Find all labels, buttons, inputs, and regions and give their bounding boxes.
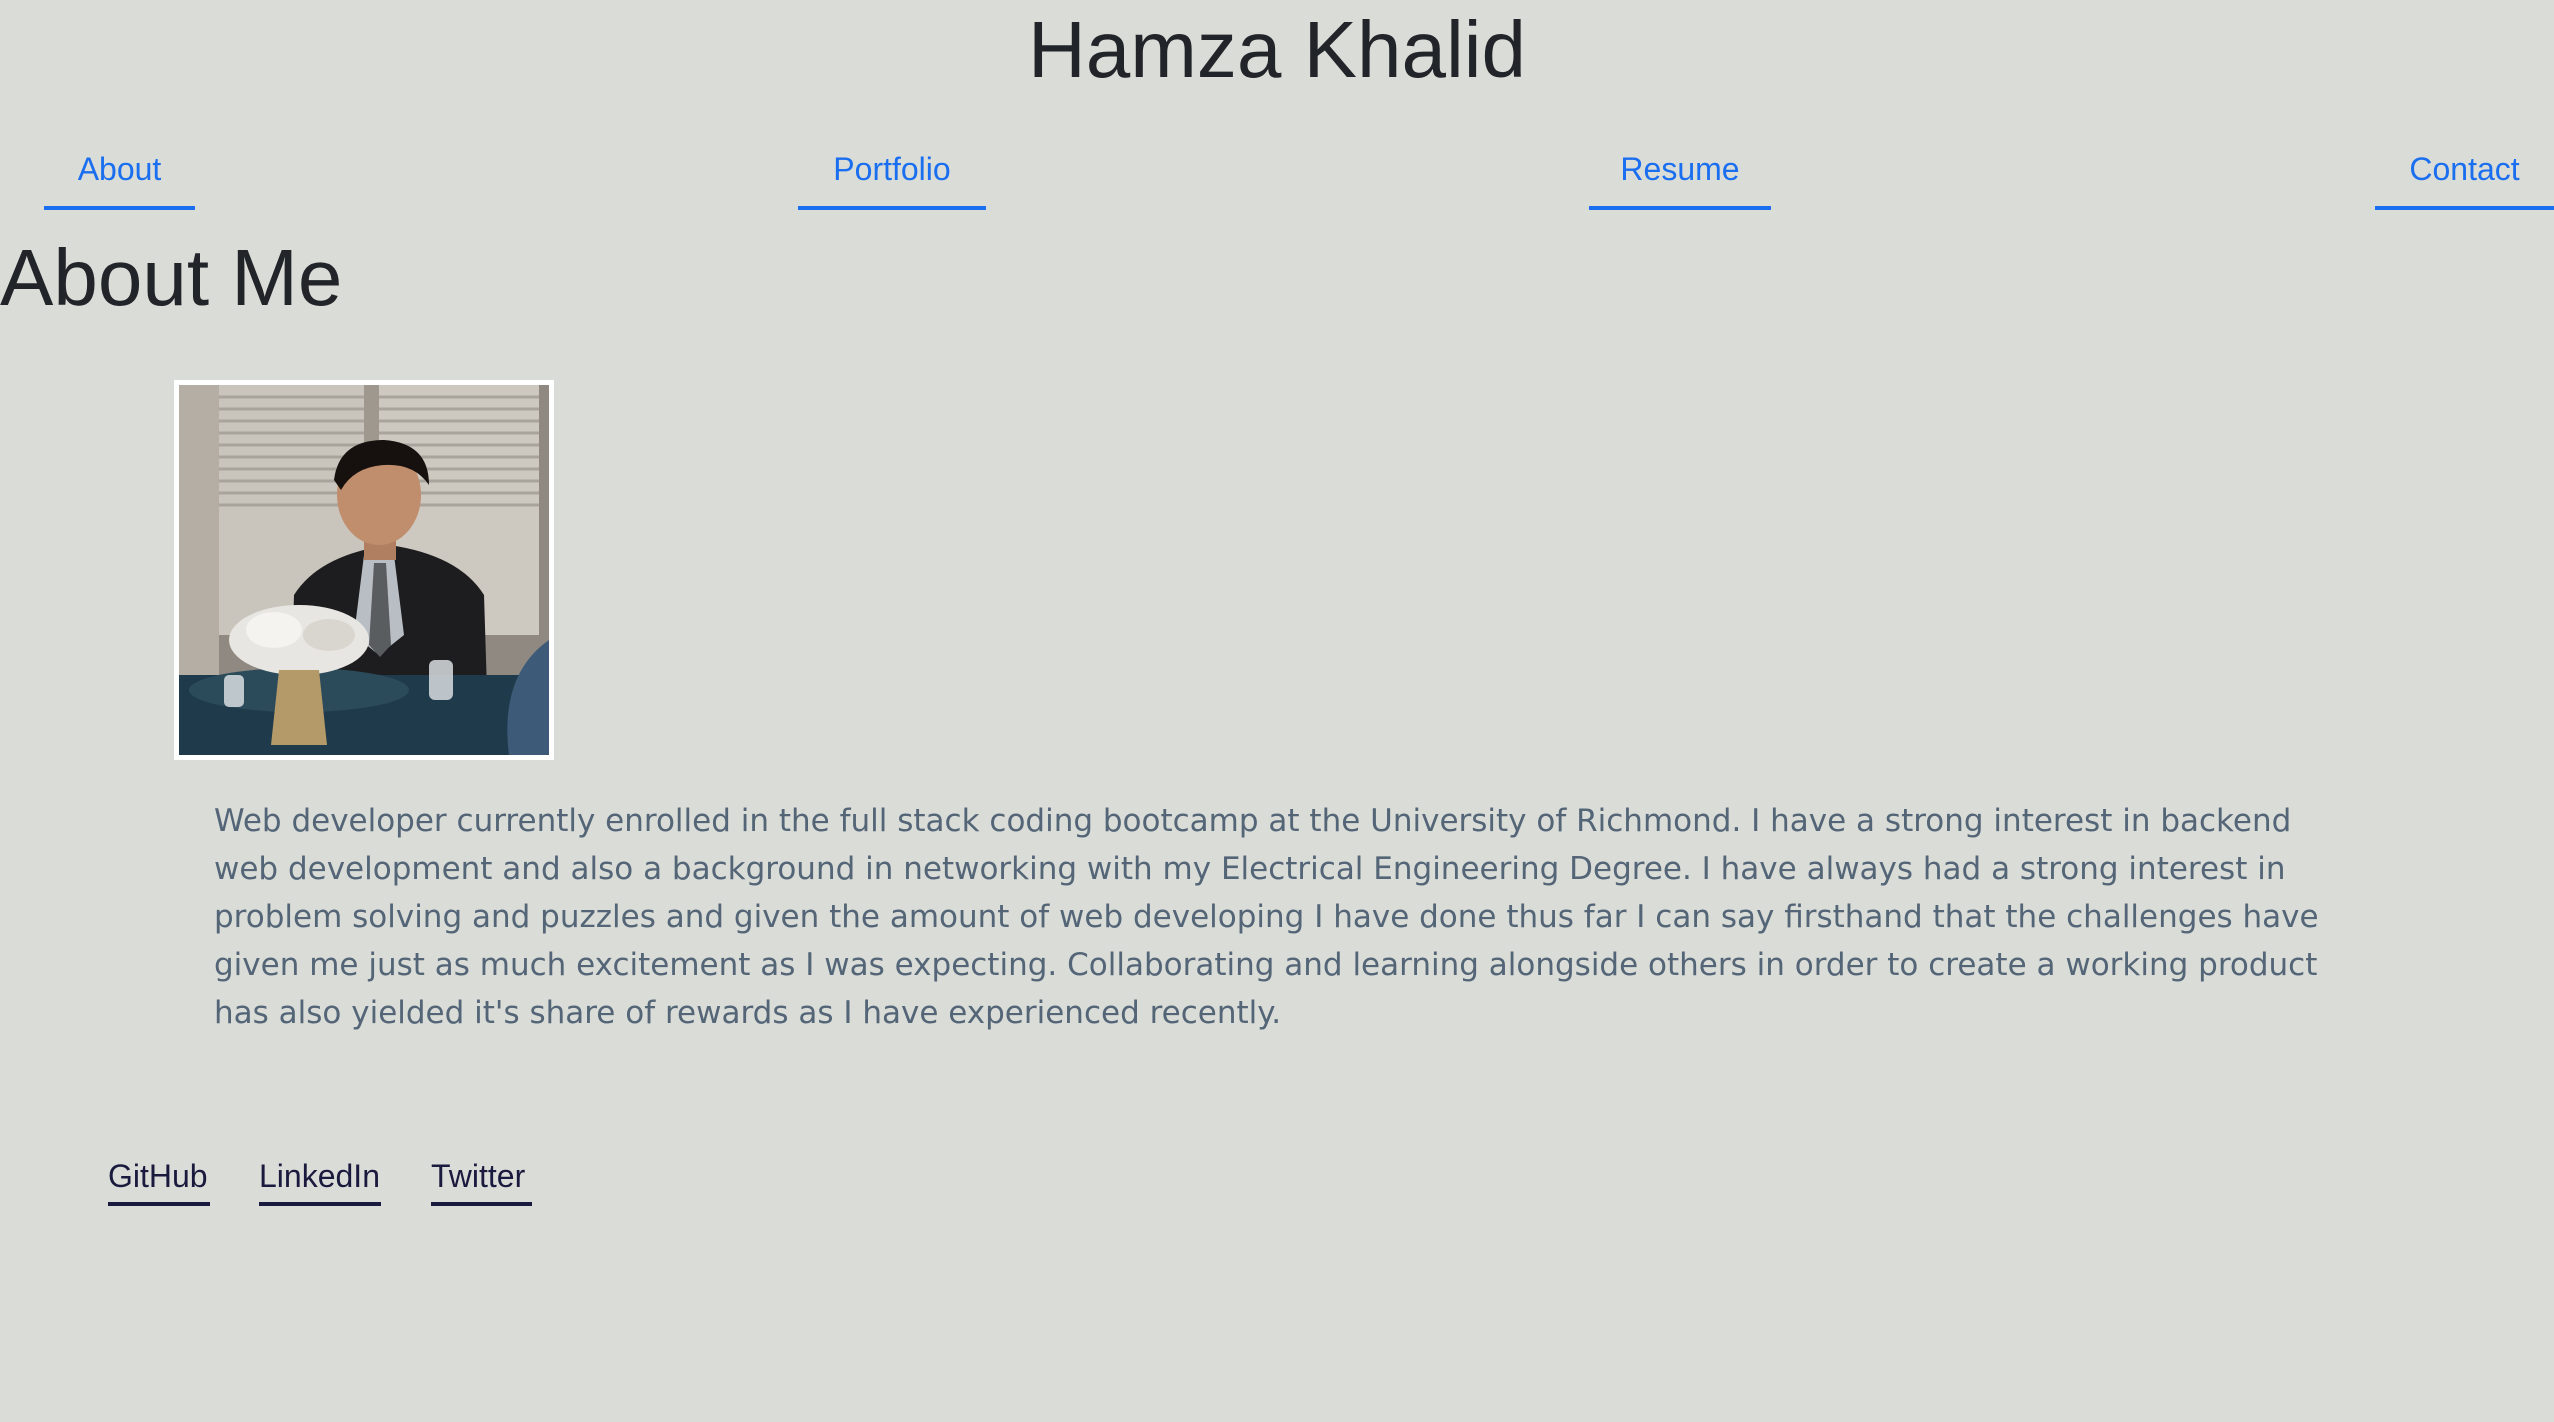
profile-photo [174, 380, 554, 760]
site-title: Hamza Khalid [1027, 5, 1526, 94]
nav-link-portfolio[interactable]: Portfolio [798, 140, 986, 210]
linkedin-link[interactable]: LinkedIn [259, 1152, 381, 1206]
about-heading: About Me [0, 233, 343, 322]
nav-link-resume[interactable]: Resume [1589, 140, 1771, 210]
github-link[interactable]: GitHub [108, 1152, 210, 1206]
nav-link-about[interactable]: About [44, 140, 195, 210]
about-bio: Web developer currently enrolled in the … [214, 803, 2319, 1031]
nav-link-contact[interactable]: Contact [2375, 140, 2554, 210]
twitter-link[interactable]: Twitter [431, 1152, 532, 1206]
